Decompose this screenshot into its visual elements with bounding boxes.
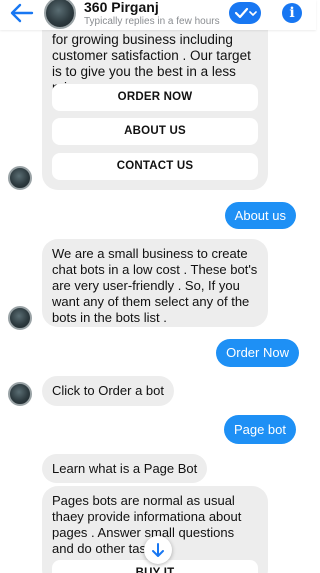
bot-message-about: We are a small business to create chat b… (42, 239, 268, 327)
user-message-about-us: About us (224, 202, 296, 229)
page-avatar[interactable] (44, 0, 76, 29)
bot-avatar (8, 166, 32, 190)
scroll-to-bottom-button[interactable] (144, 536, 172, 564)
bot-avatar (8, 306, 32, 330)
check-dropdown-button[interactable] (229, 2, 261, 24)
order-now-button[interactable]: ORDER NOW (52, 84, 258, 111)
check-icon (234, 7, 257, 19)
about-us-button[interactable]: ABOUT US (52, 118, 258, 145)
contact-us-button[interactable]: CONTACT US (52, 153, 258, 180)
arrow-down-icon (152, 543, 164, 557)
back-arrow-icon[interactable] (8, 2, 34, 24)
chat-header: 360 Pirganj Typically replies in a few h… (0, 0, 316, 30)
user-message-order-now: Order Now (216, 339, 299, 367)
bot-avatar (8, 382, 32, 406)
bot-message-learn: Learn what is a Page Bot (42, 454, 208, 483)
user-message-page-bot: Page bot (223, 415, 296, 444)
page-title[interactable]: 360 Pirganj (84, 0, 159, 15)
response-time-subtitle: Typically replies in a few hours (84, 16, 220, 27)
info-icon[interactable]: i (282, 3, 302, 23)
bot-message-order: Click to Order a bot (42, 376, 174, 406)
